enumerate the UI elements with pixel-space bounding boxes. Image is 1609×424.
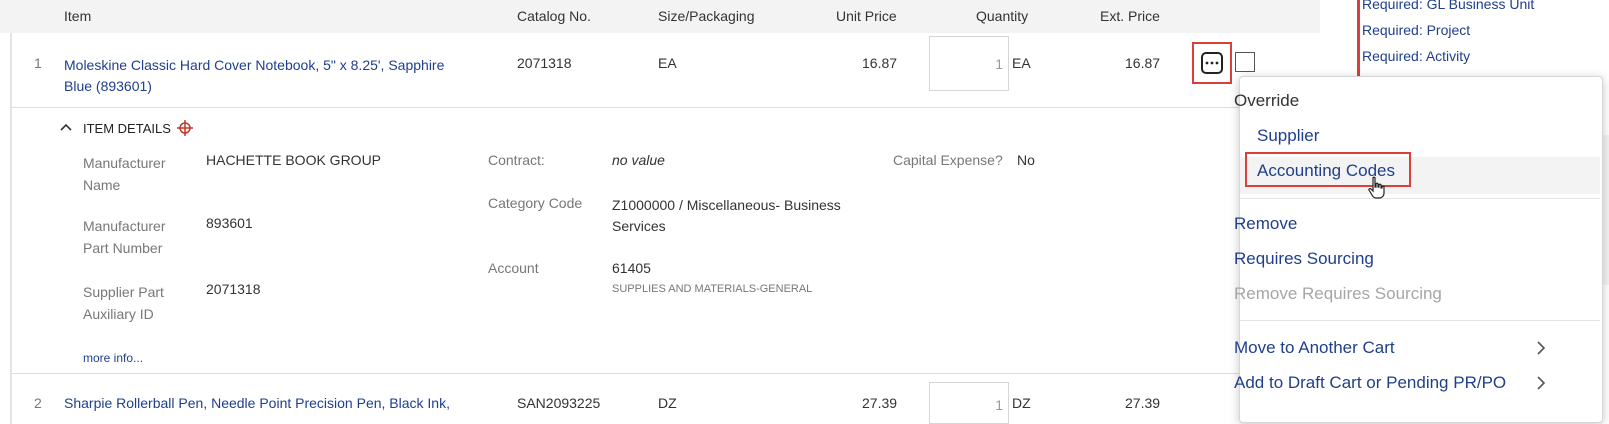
ext-price: 27.39 [1125, 395, 1161, 411]
divider [12, 373, 1320, 374]
actions-button[interactable] [1201, 52, 1223, 74]
menu-item-supplier[interactable]: Supplier [1257, 126, 1319, 146]
item-name-link[interactable]: Sharpie Rollerball Pen, Needle Point Pre… [64, 395, 450, 411]
catalog-number: SAN2093225 [517, 395, 601, 411]
ellipsis-icon [1205, 61, 1219, 65]
unit-price: 16.87 [862, 55, 898, 71]
menu-group-override: Override [1234, 91, 1300, 110]
mfr-part-value: 893601 [206, 215, 253, 231]
item-name-link[interactable]: Moleskine Classic Hard Cover Notebook, 5… [64, 55, 444, 97]
mfr-name-value: HACHETTE BOOK GROUP [206, 152, 382, 168]
col-header-quantity: Quantity [976, 8, 1029, 24]
divider [12, 107, 1320, 108]
supplier-aux-value: 2071318 [206, 281, 261, 297]
row-number: 1 [34, 55, 42, 71]
menu-divider [1240, 198, 1600, 199]
menu-item-remove-requires-sourcing: Remove Requires Sourcing [1234, 284, 1442, 303]
label-line: Auxiliary ID [83, 306, 154, 322]
menu-item-move-to-cart[interactable]: Move to Another Cart [1234, 338, 1395, 358]
required-project-link[interactable]: Required: Project [1362, 22, 1470, 38]
value-line: Services [612, 218, 666, 234]
unit-of-measure: EA [1012, 55, 1031, 71]
crosshair-icon[interactable] [176, 119, 194, 137]
label-line: Name [83, 177, 121, 193]
menu-divider [1240, 320, 1600, 321]
contract-label: Contract: [488, 152, 545, 168]
required-activity-link[interactable]: Required: Activity [1362, 48, 1470, 64]
chevron-right-icon [1537, 341, 1546, 355]
size-packaging: EA [658, 55, 677, 71]
quantity-value: 1 [995, 397, 1003, 413]
catalog-number: 2071318 [517, 55, 572, 71]
mfr-name-label: Manufacturer Name [83, 152, 165, 196]
supplier-aux-label: Supplier Part Auxiliary ID [83, 281, 164, 325]
account-label: Account [488, 260, 539, 276]
account-value: 61405 [612, 260, 651, 276]
contract-value: no value [612, 152, 665, 168]
col-header-item: Item [64, 8, 92, 24]
quantity-value: 1 [995, 56, 1003, 72]
label-line: Supplier Part [83, 284, 164, 300]
table-header: Item Catalog No. Size/Packaging Unit Pri… [0, 0, 1320, 33]
label-line: Part Number [83, 240, 163, 256]
more-info-link[interactable]: more info... [83, 351, 143, 365]
chevron-up-icon [60, 123, 72, 131]
hand-cursor-icon [1368, 176, 1385, 199]
capital-expense-label: Capital Expense? [893, 152, 1003, 168]
label-line: Manufacturer [83, 218, 166, 234]
required-gl-business-unit-link[interactable]: Required: GL Business Unit [1362, 0, 1534, 12]
col-header-size: Size/Packaging [658, 8, 755, 24]
category-value: Z1000000 / Miscellaneous- Business Servi… [612, 195, 841, 237]
mfr-part-label: Manufacturer Part Number [83, 215, 165, 259]
quantity-input[interactable]: 1 [929, 382, 1009, 424]
account-description: SUPPLIES AND MATERIALS-GENERAL [612, 283, 813, 295]
side-panel-accent [1357, 0, 1360, 80]
chevron-right-icon [1537, 376, 1546, 390]
label-line: Manufacturer [83, 155, 166, 171]
menu-item-add-to-draft[interactable]: Add to Draft Cart or Pending PR/PO [1234, 373, 1506, 393]
category-label: Category Code [488, 195, 583, 211]
item-name-line: Blue (893601) [64, 78, 152, 94]
row-left-border [10, 33, 12, 424]
unit-of-measure: DZ [1012, 395, 1031, 411]
item-details-toggle[interactable]: ITEM DETAILS [60, 120, 190, 138]
quantity-input[interactable]: 1 [929, 36, 1009, 91]
select-checkbox[interactable] [1235, 52, 1255, 72]
item-details-label: ITEM DETAILS [83, 121, 171, 136]
row-number: 2 [34, 395, 42, 411]
ext-price: 16.87 [1125, 55, 1161, 71]
capital-expense-value: No [1017, 152, 1035, 168]
menu-item-remove[interactable]: Remove [1234, 214, 1297, 234]
value-line: Z1000000 / Miscellaneous- Business [612, 197, 841, 213]
col-header-catalog: Catalog No. [517, 8, 591, 24]
item-name-line: Moleskine Classic Hard Cover Notebook, 5… [64, 57, 445, 73]
menu-item-requires-sourcing[interactable]: Requires Sourcing [1234, 249, 1374, 269]
col-header-ext-price: Ext. Price [1100, 8, 1160, 24]
unit-price: 27.39 [862, 395, 898, 411]
size-packaging: DZ [658, 395, 677, 411]
col-header-unit-price: Unit Price [836, 8, 897, 24]
